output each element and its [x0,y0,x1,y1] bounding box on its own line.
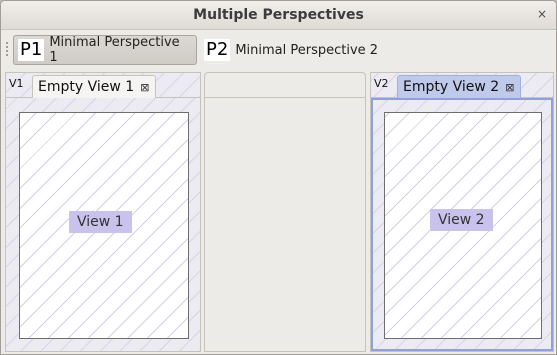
perspective-2-badge: P2 [204,39,231,61]
view-2-label: View 2 [430,209,493,231]
view-1-content: View 1 [19,112,189,339]
close-tab-icon[interactable]: ⊠ [505,81,514,94]
view-1-badge: V1 [9,77,24,90]
view-1-tab-label: Empty View 1 [38,79,135,95]
title-bar[interactable]: Multiple Perspectives × [1,1,556,30]
toolbar-grip-handle[interactable] [5,41,9,57]
view-1-panel: V1 Empty View 1 ⊠ View 1 [5,72,201,352]
perspective-1-button[interactable]: P1 Minimal Perspective 1 [13,35,197,65]
close-window-icon[interactable]: × [534,6,550,22]
empty-editor-area [204,72,366,352]
close-tab-icon[interactable]: ⊠ [140,81,149,94]
view-2-tab-label: Empty View 2 [403,79,500,95]
view-1-tab[interactable]: Empty View 1 ⊠ [32,75,157,98]
view-2-tab-header: V2 Empty View 2 ⊠ [371,73,553,98]
perspective-switcher-bar: P1 Minimal Perspective 1 P2 Minimal Pers… [1,31,556,67]
perspective-1-badge: P1 [18,39,45,61]
perspective-1-label: Minimal Perspective 1 [49,35,180,65]
view-2-tab[interactable]: Empty View 2 ⊠ [397,75,522,98]
perspective-2-button[interactable]: P2 Minimal Perspective 2 [200,35,384,65]
view-2-badge: V2 [374,77,389,90]
view-2-panel: V2 Empty View 2 ⊠ View 2 [370,72,554,352]
empty-area-header [205,73,365,98]
window-title: Multiple Perspectives [193,7,364,23]
app-window: Multiple Perspectives × P1 Minimal Persp… [0,0,557,355]
view-2-content: View 2 [384,112,542,339]
perspective-2-label: Minimal Perspective 2 [235,42,379,58]
view-1-tab-header: V1 Empty View 1 ⊠ [6,73,200,98]
view-1-label: View 1 [69,211,132,233]
